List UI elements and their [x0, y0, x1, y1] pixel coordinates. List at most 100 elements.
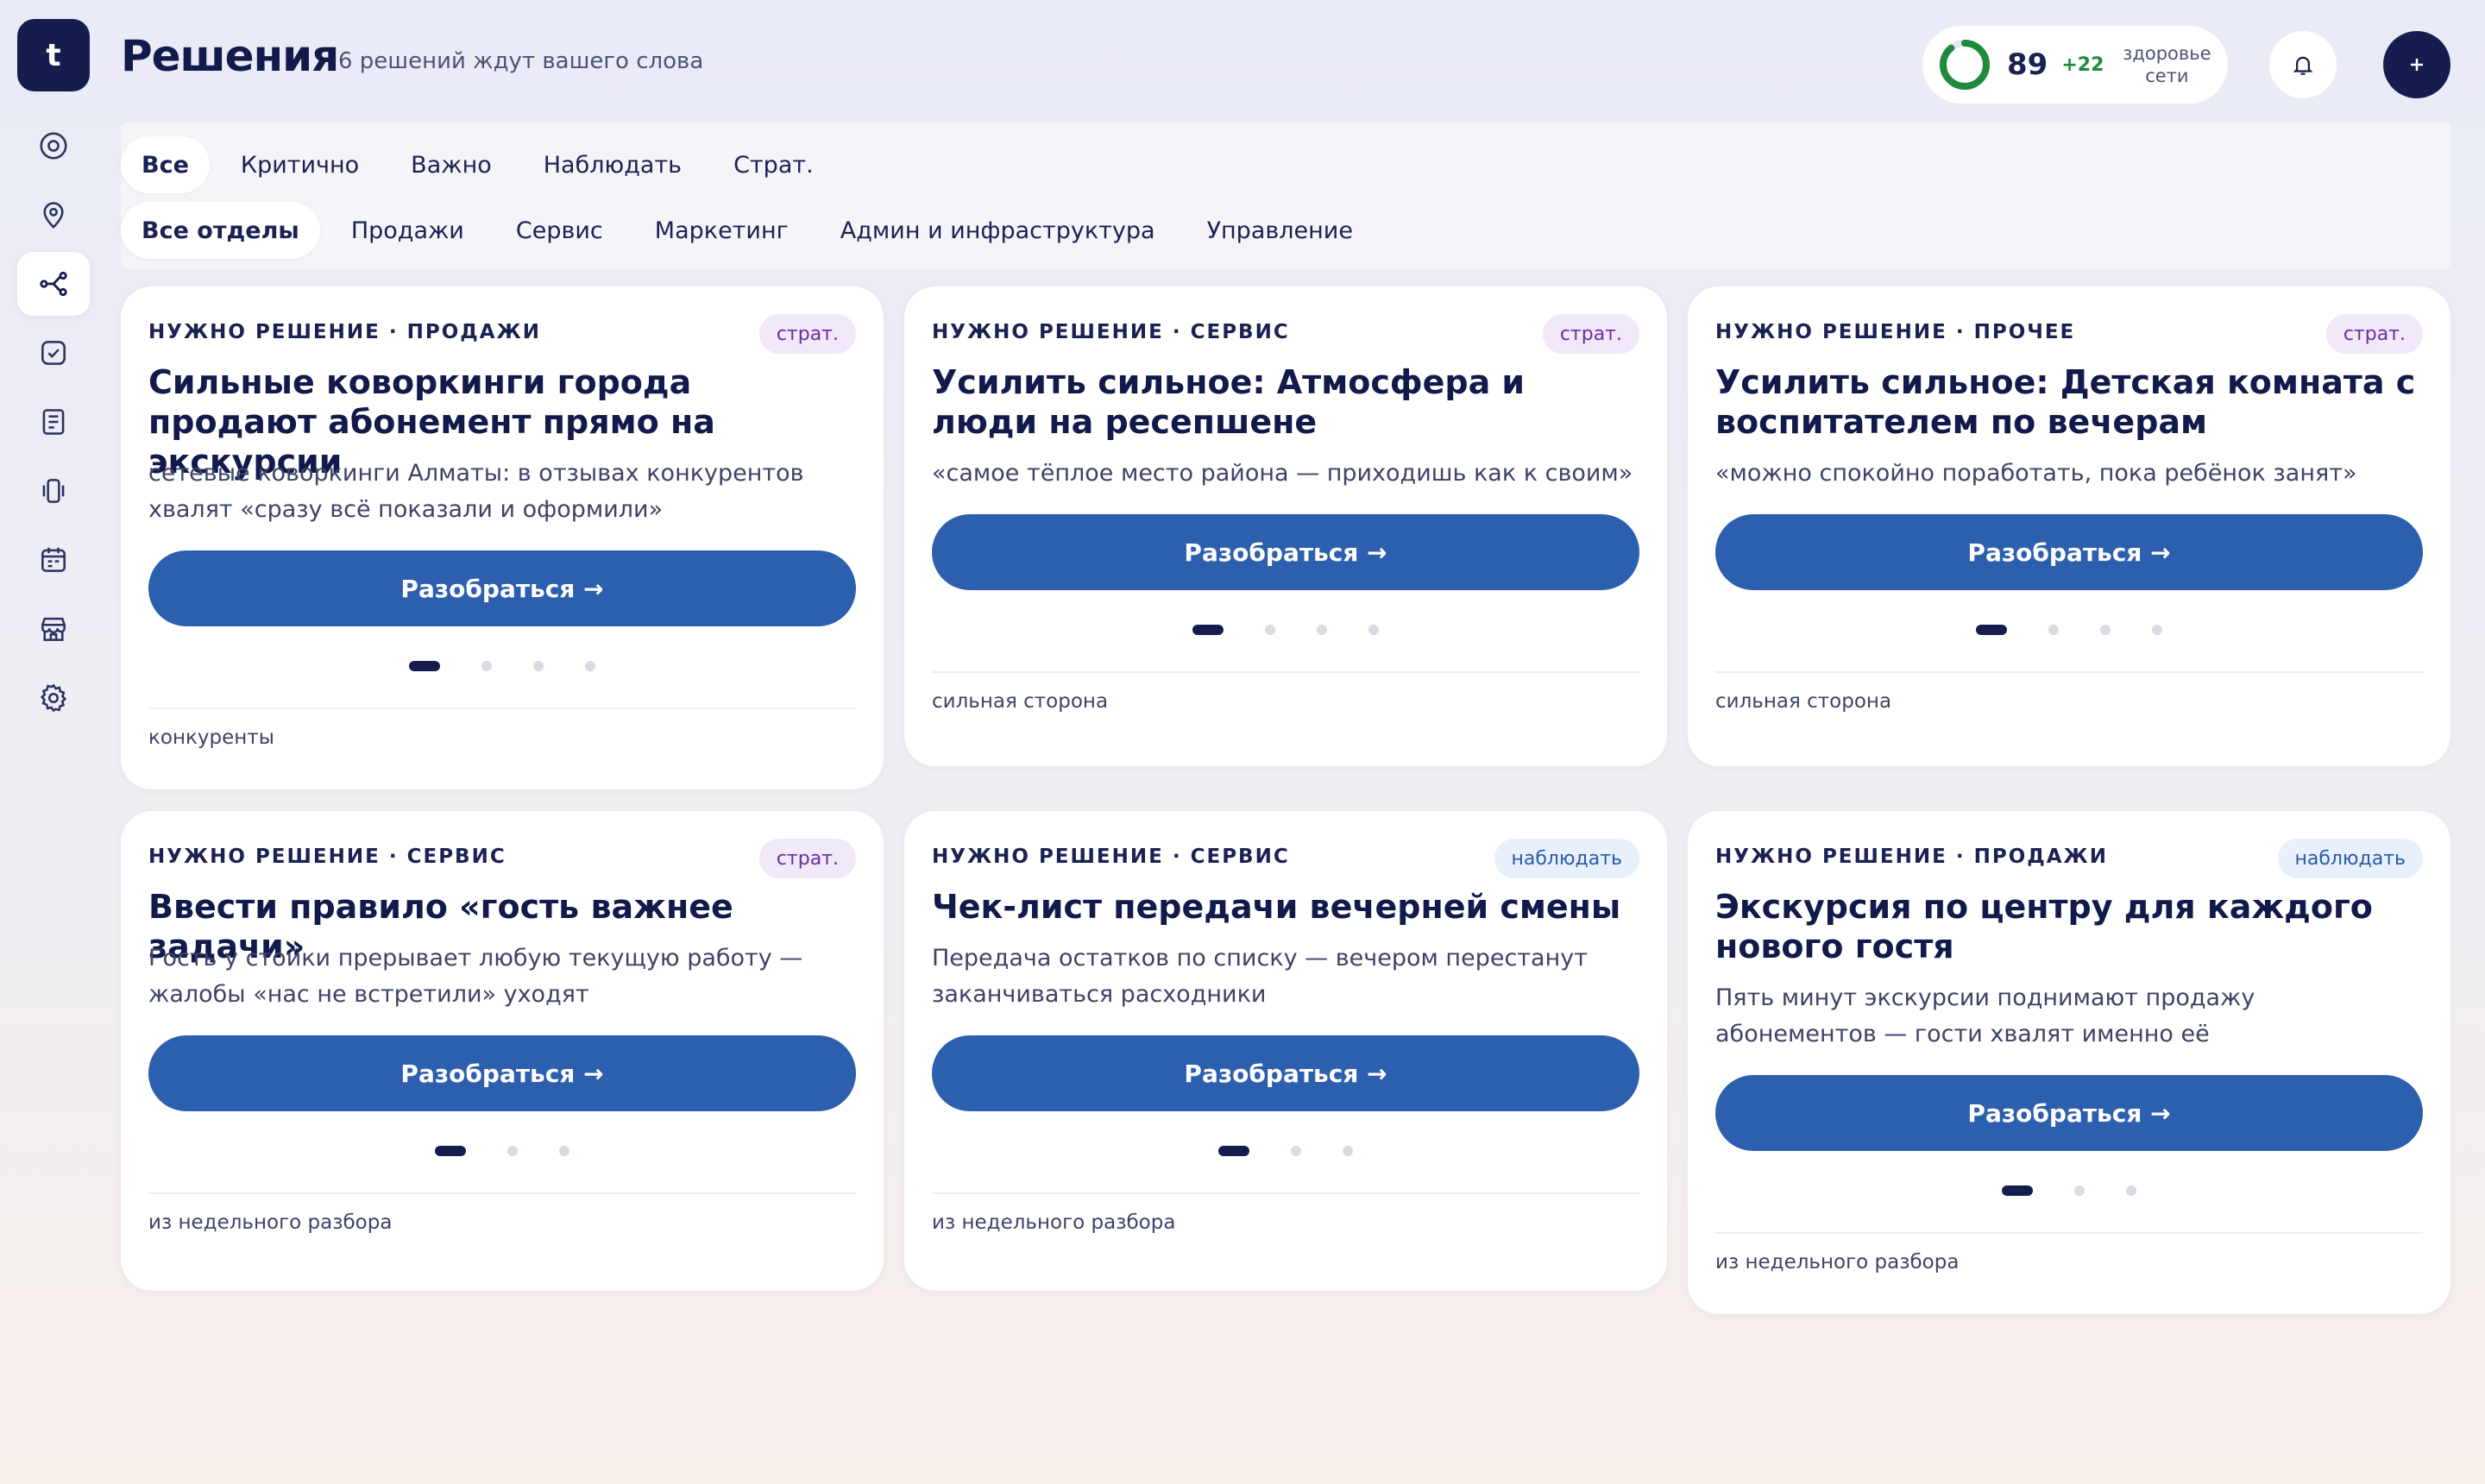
- card-description: Передача остатков по списку — вечером пе…: [932, 945, 1588, 1008]
- health-label-line1: здоровье: [2123, 43, 2211, 64]
- carousel-dot[interactable]: [2048, 625, 2059, 635]
- card-divider: [148, 707, 856, 709]
- investigate-button[interactable]: Разобраться →: [1715, 514, 2423, 590]
- investigate-button[interactable]: Разобраться →: [932, 514, 1639, 590]
- card-description: «можно спокойно поработать, пока ребёнок…: [1715, 460, 2357, 487]
- department-filter-chip[interactable]: Управление: [1186, 202, 1374, 259]
- sidebar-item-decisions[interactable]: [17, 252, 90, 316]
- priority-badge: наблюдать: [2277, 839, 2423, 878]
- department-filter-chip[interactable]: Маркетинг: [634, 202, 809, 259]
- card-kicker: НУЖНО РЕШЕНИЕ · СЕРВИС: [932, 321, 1290, 343]
- card-divider: [1715, 1232, 2423, 1234]
- add-button[interactable]: [2383, 31, 2450, 98]
- carousel-dots: [1688, 625, 2450, 635]
- investigate-button[interactable]: Разобраться →: [148, 550, 856, 626]
- card-divider: [1715, 671, 2423, 673]
- card-kicker: НУЖНО РЕШЕНИЕ · ПРОДАЖИ: [1715, 846, 2108, 868]
- carousel-dot[interactable]: [435, 1146, 466, 1156]
- priority-badge: страт.: [1542, 314, 1639, 354]
- priority-filter-chip[interactable]: Все: [121, 136, 210, 193]
- card-description: сетевые коворкинги Алматы: в отзывах кон…: [148, 460, 804, 523]
- priority-filter-chip[interactable]: Наблюдать: [523, 136, 702, 193]
- carousel-dot[interactable]: [507, 1146, 518, 1156]
- decisions-icon: [40, 271, 67, 297]
- investigate-button[interactable]: Разобраться →: [932, 1035, 1639, 1111]
- department-filter-chip[interactable]: Продажи: [330, 202, 485, 259]
- priority-filter-chip[interactable]: Важно: [390, 136, 513, 193]
- vibration-icon: [42, 479, 65, 503]
- gear-icon: [40, 683, 67, 713]
- health-label: здоровье сети: [2119, 42, 2214, 87]
- carousel-dot[interactable]: [1291, 1146, 1301, 1156]
- carousel-dot[interactable]: [2002, 1185, 2033, 1196]
- network-health-widget[interactable]: 89 +22 здоровье сети: [1922, 26, 2228, 104]
- health-score: 89: [2007, 47, 2048, 82]
- sidebar-item-settings[interactable]: [17, 666, 90, 730]
- carousel-dot[interactable]: [1343, 1146, 1353, 1156]
- priority-filter-row: Все Критично Важно Наблюдать Страт.: [121, 136, 845, 193]
- department-filter-row: Все отделы Продажи Сервис Маркетинг Админ и …: [121, 202, 1384, 259]
- calendar-icon: [41, 547, 66, 572]
- plus-icon: [2411, 59, 2423, 71]
- carousel-dot[interactable]: [1265, 625, 1275, 635]
- notifications-button[interactable]: [2269, 31, 2337, 98]
- department-filter-chip[interactable]: Админ и инфраструктура: [820, 202, 1176, 259]
- health-ring: [1940, 40, 1990, 90]
- card-divider: [932, 671, 1639, 673]
- card-source: из недельного разбора: [1715, 1251, 1960, 1273]
- carousel-dot[interactable]: [1317, 625, 1327, 635]
- sidebar-item-locations[interactable]: [17, 183, 90, 247]
- carousel-dot[interactable]: [481, 661, 492, 671]
- carousel-dot[interactable]: [2126, 1185, 2136, 1196]
- sidebar-item-store[interactable]: [17, 597, 90, 661]
- department-filter-chip[interactable]: Сервис: [495, 202, 624, 259]
- carousel-dot[interactable]: [409, 661, 440, 671]
- target-icon: [40, 132, 67, 160]
- card-title: Усилить сильное: Атмосфера и люди на рес…: [932, 363, 1526, 441]
- filters-panel: Все Критично Важно Наблюдать Страт. Все отде…: [121, 123, 2450, 269]
- investigate-button[interactable]: Разобраться →: [1715, 1075, 2423, 1151]
- card-source: из недельного разбора: [932, 1211, 1176, 1234]
- page-title: Решения: [121, 31, 339, 81]
- card-source: из недельного разбора: [148, 1211, 393, 1234]
- carousel-dot[interactable]: [2074, 1185, 2085, 1196]
- sidebar-item-calendar[interactable]: [17, 528, 90, 592]
- health-label-line2: сети: [2145, 66, 2189, 86]
- sidebar-item-dashboard[interactable]: [17, 114, 90, 178]
- card-kicker: НУЖНО РЕШЕНИЕ · СЕРВИС: [148, 846, 506, 868]
- card-source: конкуренты: [148, 726, 274, 749]
- carousel-dot[interactable]: [1976, 625, 2007, 635]
- map-pin-icon: [43, 202, 64, 230]
- carousel-dot[interactable]: [1368, 625, 1379, 635]
- investigate-button[interactable]: Разобраться →: [148, 1035, 856, 1111]
- sidebar: t: [17, 19, 90, 735]
- decision-card: НУЖНО РЕШЕНИЕ · ПРОДАЖИ страт. Сильные ков…: [121, 286, 884, 789]
- carousel-dot[interactable]: [585, 661, 595, 671]
- card-description: Гость у стойки прерывает любую текущую р…: [148, 945, 803, 1008]
- carousel-dots: [904, 625, 1667, 635]
- carousel-dot[interactable]: [2100, 625, 2111, 635]
- priority-badge: страт.: [758, 839, 856, 878]
- card-source: сильная сторона: [932, 690, 1109, 713]
- card-kicker: НУЖНО РЕШЕНИЕ · ПРОЧЕЕ: [1715, 321, 2076, 343]
- app-logo[interactable]: t: [17, 19, 90, 91]
- carousel-dot[interactable]: [1218, 1146, 1249, 1156]
- carousel-dot[interactable]: [1192, 625, 1224, 635]
- sidebar-item-signals[interactable]: [17, 459, 90, 523]
- carousel-dots: [121, 1146, 884, 1156]
- carousel-dot[interactable]: [533, 661, 544, 671]
- priority-filter-chip[interactable]: Критично: [220, 136, 380, 193]
- card-kicker: НУЖНО РЕШЕНИЕ · СЕРВИС: [932, 846, 1290, 868]
- sidebar-item-tasks[interactable]: [17, 321, 90, 385]
- priority-filter-chip[interactable]: Страт.: [713, 136, 834, 193]
- department-filter-chip[interactable]: Все отделы: [121, 202, 320, 259]
- card-title: Усилить сильное: Детская комната с воспи…: [1715, 363, 2416, 441]
- priority-badge: страт.: [2325, 314, 2423, 354]
- carousel-dot[interactable]: [559, 1146, 569, 1156]
- carousel-dots: [1688, 1185, 2450, 1196]
- card-source: сильная сторона: [1715, 690, 1892, 713]
- carousel-dot[interactable]: [2152, 625, 2162, 635]
- priority-badge: страт.: [758, 314, 856, 354]
- decision-card: НУЖНО РЕШЕНИЕ · ПРОЧЕЕ страт. Усилить силь…: [1688, 286, 2450, 766]
- sidebar-item-journal[interactable]: [17, 390, 90, 454]
